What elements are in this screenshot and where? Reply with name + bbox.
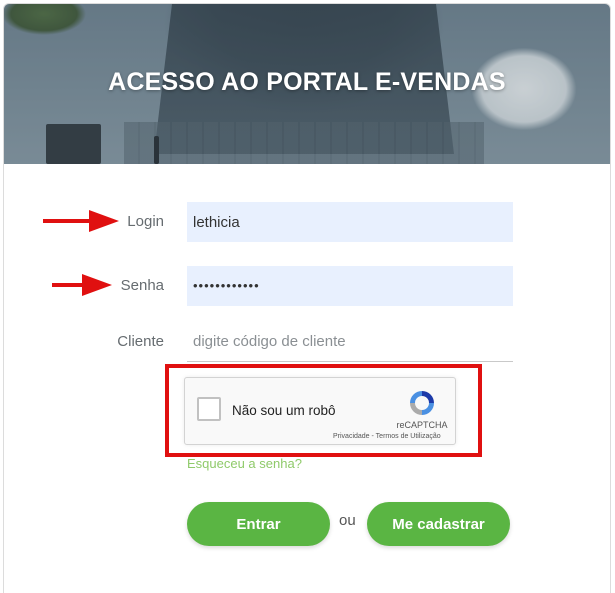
header-banner: ACESSO AO PORTAL E-VENDAS: [4, 4, 610, 164]
password-mask: ••••••••••••: [193, 278, 260, 293]
forgot-password-link[interactable]: Esqueceu a senha?: [187, 456, 302, 471]
login-label: Login: [127, 213, 164, 230]
enter-button[interactable]: Entrar: [187, 502, 330, 546]
password-input[interactable]: ••••••••••••: [187, 266, 513, 306]
annotation-box: [165, 364, 482, 457]
client-code-input[interactable]: [187, 322, 513, 362]
client-label: Cliente: [117, 333, 164, 350]
password-label: Senha: [120, 277, 164, 294]
or-separator: ou: [339, 512, 356, 529]
login-input[interactable]: [187, 202, 513, 242]
register-button[interactable]: Me cadastrar: [367, 502, 510, 546]
page-title: ACESSO AO PORTAL E-VENDAS: [108, 68, 506, 96]
